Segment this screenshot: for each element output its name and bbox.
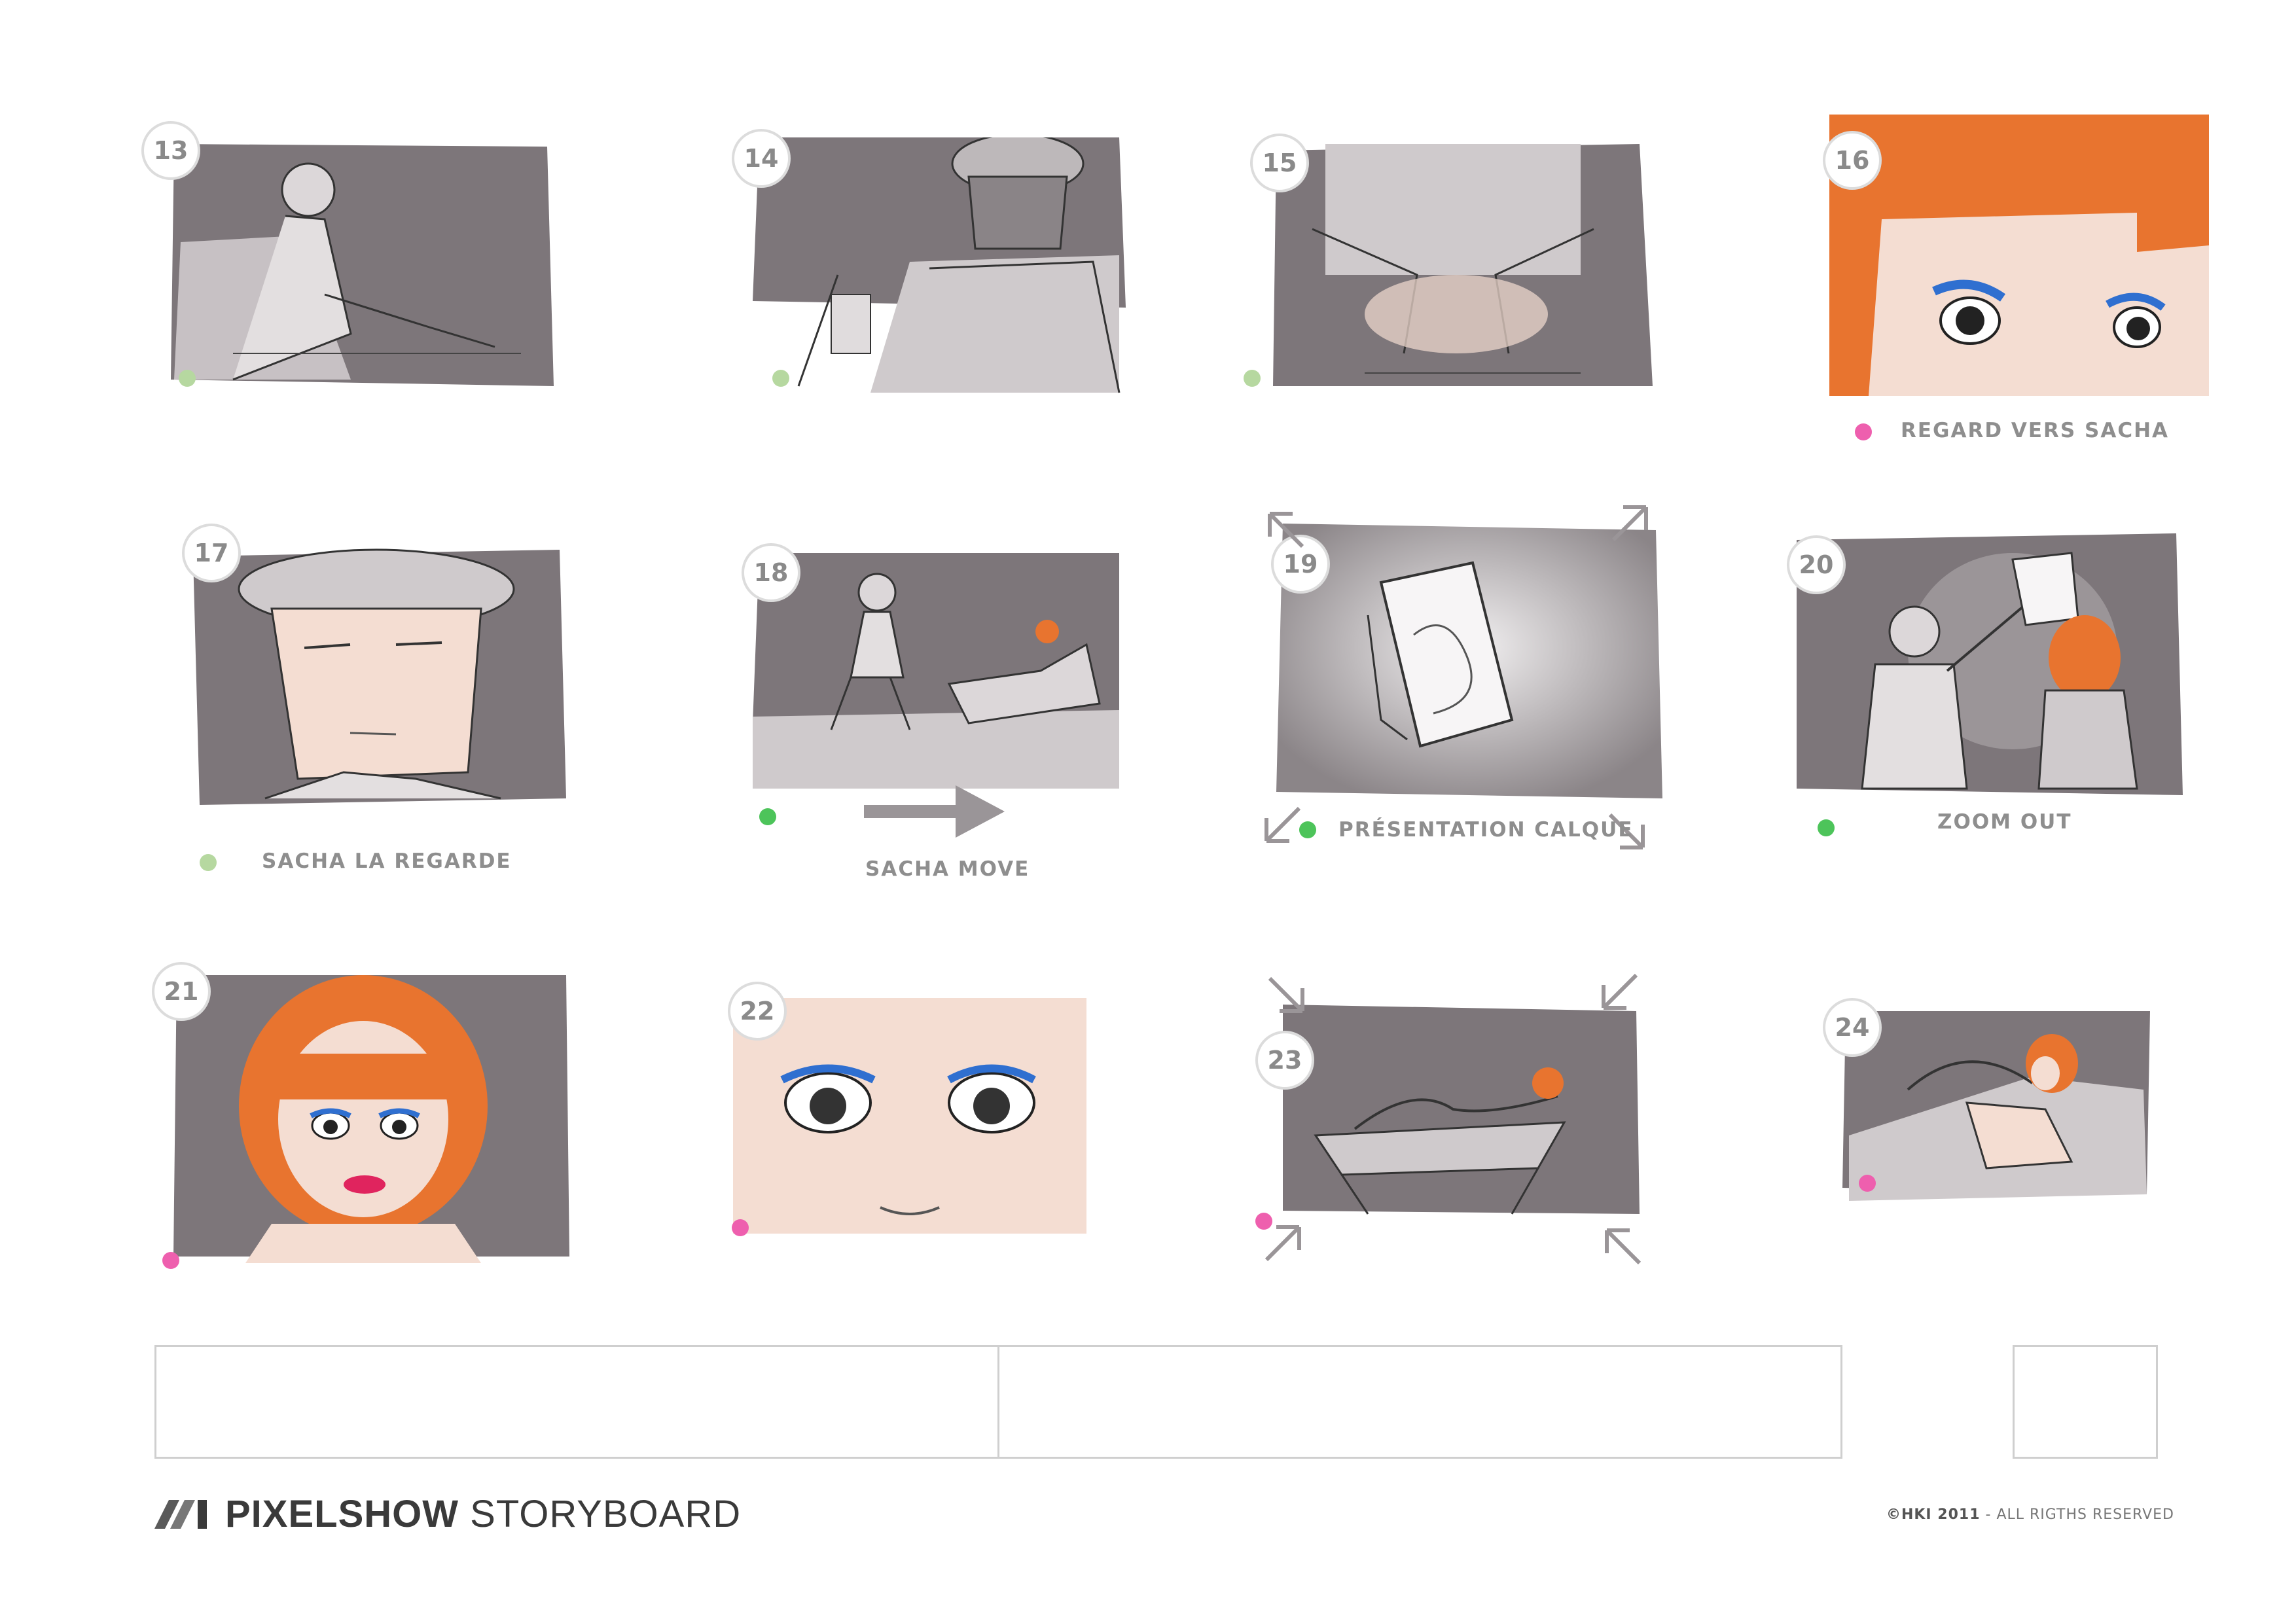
hki-logo-icon — [154, 1499, 207, 1529]
panel-caption: SACHA LA REGARDE — [262, 849, 512, 873]
panel-caption: REGARD VERS SACHA — [1901, 419, 2170, 442]
panel-caption: SACHA MOVE — [865, 857, 1030, 881]
panel-sketch — [1836, 1011, 2296, 1299]
panel-number: 20 — [1787, 535, 1846, 594]
panel-sketch — [154, 137, 626, 425]
arrow-out-top-right-icon — [1611, 505, 1648, 542]
panel-number: 24 — [1823, 998, 1882, 1057]
notes-box-left[interactable] — [154, 1345, 1001, 1459]
panel-number: 15 — [1250, 134, 1309, 192]
panel-sketch — [753, 137, 1224, 425]
arrow-in-top-left-icon — [1268, 976, 1304, 1013]
status-dot — [1255, 1213, 1272, 1230]
panel-number: 18 — [742, 543, 800, 602]
panel-number: 13 — [141, 121, 200, 180]
panel-number: 14 — [732, 129, 791, 188]
notes-box-middle[interactable] — [997, 1345, 1842, 1459]
storyboard-panel-20 — [1797, 533, 2268, 821]
panel-sketch — [173, 975, 645, 1263]
copyright-notice: ©HKI 2011 - ALL RIGTHS RESERVED — [1886, 1507, 2174, 1523]
storyboard-panel-24 — [1836, 1011, 2296, 1299]
storyboard-panel-19 — [1276, 524, 1748, 812]
brand-light: STORYBOARD — [470, 1493, 742, 1535]
status-dot — [732, 1219, 749, 1236]
panel-sketch — [1829, 115, 2296, 402]
arrow-in-bottom-right-icon — [1605, 1228, 1641, 1265]
panel-number: 22 — [728, 982, 787, 1041]
copyright-bold: ©HKI 2011 — [1886, 1507, 1981, 1523]
storyboard-panel-23 — [1283, 1005, 1754, 1293]
storyboard-panel-14 — [753, 137, 1224, 425]
status-dot — [1859, 1175, 1876, 1192]
status-dot — [1855, 423, 1872, 440]
page-number-box[interactable] — [2013, 1345, 2158, 1459]
panel-number: 23 — [1255, 1031, 1314, 1090]
panel-number: 21 — [152, 962, 211, 1021]
panel-caption: ZOOM OUT — [1937, 810, 2072, 834]
panel-sketch — [1276, 524, 1748, 812]
storyboard-panel-15 — [1273, 144, 1744, 432]
storyboard-panel-17 — [187, 524, 658, 812]
status-dot — [1818, 819, 1835, 836]
storyboard-panel-13 — [154, 137, 626, 425]
status-dot — [162, 1252, 179, 1269]
panel-number: 16 — [1823, 131, 1882, 190]
footer-brand: PIXELSHOW STORYBOARD — [154, 1492, 741, 1536]
brand-bold: PIXELSHOW — [225, 1493, 459, 1535]
storyboard-panel-21 — [173, 975, 645, 1263]
panel-sketch — [187, 524, 658, 812]
panel-caption: PRÉSENTATION CALQUE — [1338, 818, 1634, 842]
brand-title: PIXELSHOW STORYBOARD — [225, 1492, 741, 1536]
copyright-rest: - ALL RIGTHS RESERVED — [1980, 1507, 2174, 1523]
panel-sketch — [1797, 533, 2268, 821]
status-dot — [1299, 821, 1316, 838]
status-dot — [200, 854, 217, 871]
arrow-out-top-left-icon — [1268, 512, 1304, 548]
panel-sketch — [733, 998, 1204, 1286]
arrow-in-top-right-icon — [1602, 973, 1638, 1010]
panel-sketch — [1273, 144, 1744, 432]
status-dot — [759, 808, 776, 825]
panel-number: 17 — [182, 524, 241, 582]
status-dot — [1244, 370, 1261, 387]
move-right-arrow-icon — [864, 785, 1005, 838]
panel-sketch — [1283, 1005, 1754, 1293]
status-dot — [179, 370, 196, 387]
storyboard-panel-22 — [733, 998, 1204, 1286]
status-dot — [772, 370, 789, 387]
storyboard-panel-16 — [1829, 115, 2296, 402]
